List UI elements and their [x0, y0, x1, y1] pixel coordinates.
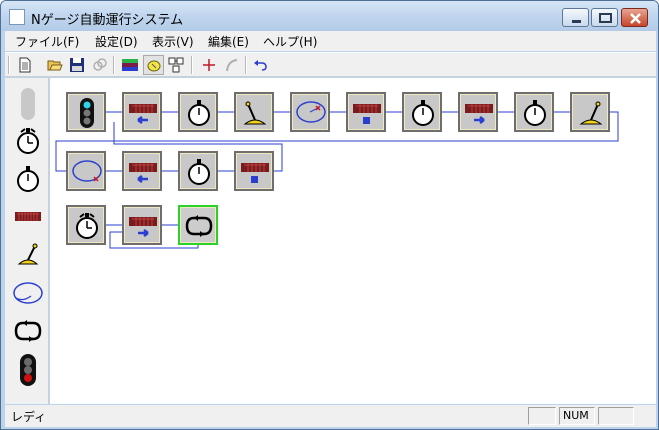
status-text: レディ	[11, 410, 47, 424]
toolbar	[5, 52, 656, 77]
loop-mode-button[interactable]	[143, 55, 164, 75]
add-point-button[interactable]	[199, 55, 220, 75]
app-icon	[9, 9, 25, 25]
train-left-icon	[129, 104, 157, 124]
menu-settings[interactable]: 設定(D)	[95, 33, 138, 50]
alarm-timer-icon	[76, 213, 98, 239]
stopwatch-icon	[524, 100, 546, 126]
color-bars-icon	[122, 59, 138, 71]
block-loop[interactable]	[290, 92, 330, 132]
menu-bar: ファイル(F) 設定(D) 表示(V) 編集(E) ヘルプ(H)	[5, 31, 656, 51]
slider-handle-icon	[21, 88, 35, 120]
repeat-loop-icon	[14, 320, 42, 342]
open-button[interactable]	[45, 55, 66, 75]
palette-train[interactable]	[11, 200, 45, 234]
block-switch-lever[interactable]	[234, 92, 274, 132]
curve-button[interactable]	[222, 55, 243, 75]
train-right-icon	[465, 104, 493, 124]
close-button[interactable]	[621, 8, 648, 27]
track-switch-lever-icon	[243, 101, 267, 125]
block-switch-lever[interactable]	[570, 92, 610, 132]
new-file-icon	[19, 57, 31, 73]
track-loop-icon	[13, 282, 43, 304]
train-right-icon	[129, 217, 157, 237]
block-train-left[interactable]	[122, 92, 162, 132]
stopwatch-icon	[412, 100, 434, 126]
block-repeat-selected[interactable]	[178, 205, 218, 245]
palette-signal[interactable]	[11, 352, 45, 386]
train-stop-icon	[241, 163, 269, 183]
palette-repeat[interactable]	[11, 314, 45, 348]
menu-help[interactable]: ヘルプ(H)	[263, 33, 317, 50]
block-alarm-timer[interactable]	[66, 205, 106, 245]
curve-icon	[226, 59, 238, 72]
track-loop-icon	[296, 101, 326, 123]
app-window: Nゲージ自動運行システム ファイル(F) 設定(D) 表示(V) 編集(E) ヘ…	[0, 0, 659, 430]
track-switch-lever-icon	[579, 101, 603, 125]
alarm-timer-icon	[17, 128, 39, 154]
palette-switch[interactable]	[11, 238, 45, 272]
maximize-button[interactable]	[591, 8, 618, 27]
minimize-button[interactable]	[562, 8, 589, 27]
save-disk-icon	[70, 58, 84, 72]
menu-file[interactable]: ファイル(F)	[15, 33, 79, 50]
toolbar-grip	[8, 56, 10, 74]
block-layout-icon	[168, 57, 184, 73]
palette-stopwatch[interactable]	[11, 162, 45, 196]
menu-view[interactable]: 表示(V)	[152, 33, 194, 50]
status-bar: レディ NUM	[5, 405, 656, 427]
traffic-signal-icon	[80, 98, 94, 128]
status-cell-caps	[528, 407, 556, 425]
close-icon	[630, 13, 641, 24]
save-button[interactable]	[67, 55, 88, 75]
stopwatch-icon	[17, 166, 39, 192]
train-stop-icon	[353, 104, 381, 124]
maximize-icon	[599, 13, 612, 23]
undo-icon	[254, 60, 267, 71]
block-loop[interactable]	[66, 151, 106, 191]
layout-canvas[interactable]	[50, 78, 656, 404]
open-folder-icon	[47, 60, 63, 71]
plus-cross-icon	[203, 59, 215, 71]
loop-ellipse-icon	[147, 60, 161, 72]
track-switch-lever-icon	[17, 243, 39, 265]
window-title: Nゲージ自動運行システム	[31, 13, 184, 28]
block-stopwatch[interactable]	[178, 151, 218, 191]
palette-loop[interactable]	[11, 276, 45, 310]
new-file-button[interactable]	[15, 55, 36, 75]
block-stopwatch[interactable]	[402, 92, 442, 132]
palette-alarm-timer[interactable]	[11, 124, 45, 158]
stopwatch-icon	[188, 100, 210, 126]
block-stopwatch[interactable]	[178, 92, 218, 132]
traffic-signal-icon	[20, 354, 36, 386]
block-layout-button[interactable]	[166, 55, 187, 75]
toolbar-separator	[113, 56, 115, 74]
menu-edit[interactable]: 編集(E)	[208, 33, 249, 50]
repeat-loop-icon	[185, 215, 213, 237]
train-left-icon	[129, 163, 157, 183]
minimize-icon	[572, 20, 581, 23]
toolbar-separator	[245, 56, 247, 74]
status-num: NUM	[559, 407, 595, 425]
block-train-right[interactable]	[458, 92, 498, 132]
toolbar-separator	[191, 56, 193, 74]
block-signal[interactable]	[66, 92, 106, 132]
title-bar[interactable]: Nゲージ自動運行システム	[1, 1, 658, 31]
status-cell-scroll	[598, 407, 634, 425]
block-train-stop[interactable]	[346, 92, 386, 132]
undo-button[interactable]	[250, 55, 271, 75]
train-car-icon	[15, 212, 41, 221]
link-button[interactable]	[90, 55, 111, 75]
block-train-left[interactable]	[122, 151, 162, 191]
component-palette	[5, 78, 49, 404]
palette-slider[interactable]	[11, 86, 45, 120]
block-train-right[interactable]	[122, 205, 162, 245]
block-train-stop[interactable]	[234, 151, 274, 191]
block-stopwatch[interactable]	[514, 92, 554, 132]
track-loop-icon	[72, 160, 102, 182]
color-bars-button[interactable]	[119, 55, 140, 75]
link-icon	[93, 58, 107, 71]
stopwatch-icon	[188, 159, 210, 185]
